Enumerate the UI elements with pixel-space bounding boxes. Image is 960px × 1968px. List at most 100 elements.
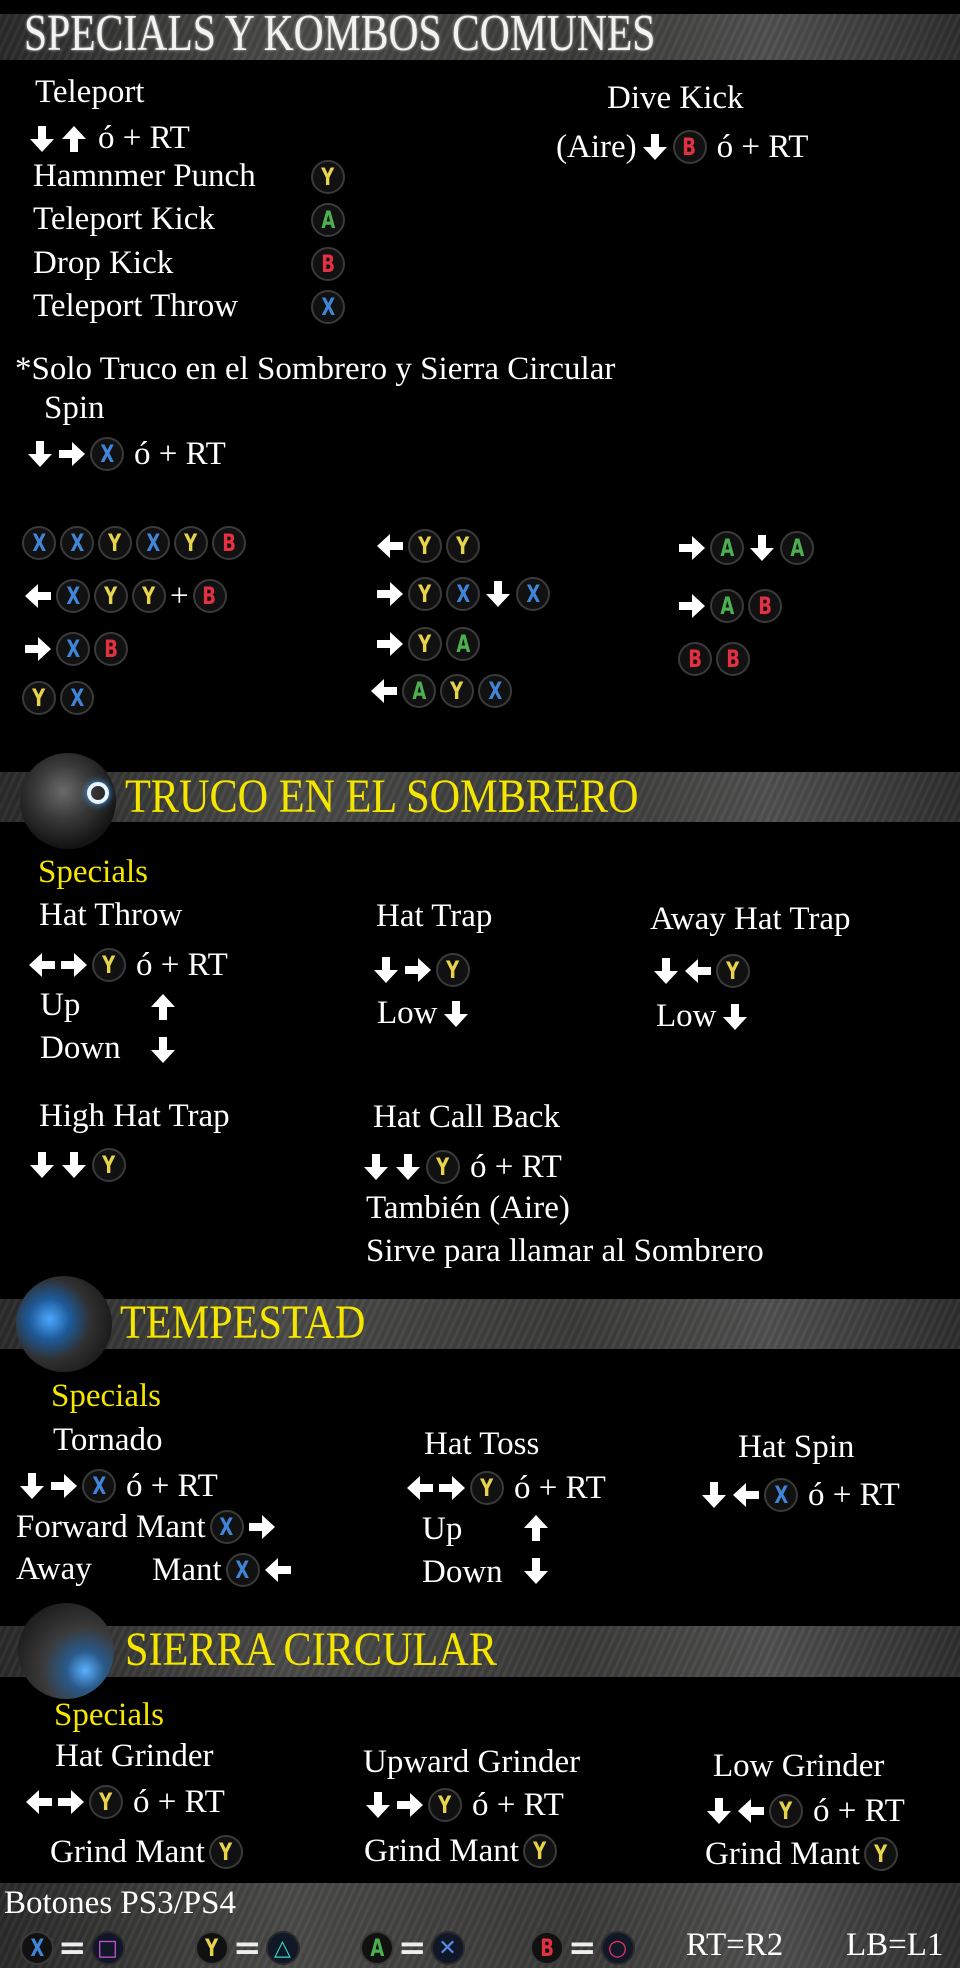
direction-label: Down (40, 1030, 121, 1066)
move-name: Hat Trap (376, 898, 493, 934)
footer-title: Botones PS3/PS4 (4, 1885, 236, 1921)
move-input: A (311, 203, 345, 237)
move-input: Low (656, 1000, 749, 1033)
button-y-icon: Y (94, 579, 128, 613)
input-text: + (170, 577, 189, 614)
arrow-down-icon (443, 1000, 468, 1027)
ps-circle-icon: ○ (600, 1931, 635, 1965)
input-text: ó + RT (126, 1467, 218, 1504)
equals-sign: = (398, 1928, 427, 1968)
arrow-right-icon (58, 1790, 84, 1814)
move-input: Yó + RT (362, 1150, 562, 1184)
button-mapping: B = ○ (530, 1928, 635, 1968)
move-name: Drop Kick (33, 245, 174, 281)
button-x-icon: X (478, 674, 512, 708)
move-input (149, 992, 177, 1022)
button-y-icon: Y (92, 1148, 126, 1182)
input-text: Mant (152, 1551, 222, 1588)
rt-mapping: RT=R2 (686, 1927, 784, 1963)
button-y-icon: Y (195, 1931, 229, 1965)
move-name: Teleport Throw (33, 288, 239, 324)
button-mapping: Y = △ (195, 1928, 300, 1968)
arrow-down-icon (28, 441, 52, 467)
arrow-left-icon (685, 959, 711, 983)
arrow-down-icon (486, 581, 510, 607)
button-b-icon: B (748, 589, 782, 623)
button-x-icon: X (209, 1510, 244, 1544)
button-x-icon: X (22, 526, 56, 560)
ps-cross-icon: ✕ (430, 1931, 465, 1965)
button-y-icon: Y (769, 1794, 803, 1828)
arrow-down-icon (366, 1792, 390, 1818)
button-a-icon: A (446, 627, 480, 661)
move-input: Xó + RT (700, 1478, 900, 1512)
move-name: Teleport (35, 74, 145, 110)
button-x-icon: X (516, 577, 550, 611)
arrow-right-icon (248, 1515, 275, 1539)
equals-sign: = (233, 1928, 262, 1968)
input-text: Grind Mant (364, 1832, 519, 1869)
arrow-right-icon (405, 958, 431, 982)
move-note: También (Aire) (366, 1190, 570, 1226)
arrow-right-icon (679, 536, 705, 560)
button-b-icon: B (678, 642, 712, 676)
hat-variation-icon (87, 782, 109, 804)
move-input: ó + RT (28, 122, 190, 155)
button-x-icon: X (446, 577, 480, 611)
move-input: Forward Mant X (16, 1510, 276, 1544)
combo: YX (22, 681, 94, 715)
move-input: Low (377, 997, 470, 1030)
arrow-left-icon (407, 1476, 433, 1500)
input-text: (Aire) (556, 128, 637, 165)
arrow-right-icon (439, 1476, 465, 1500)
button-a-icon: A (780, 531, 814, 565)
move-name: Spin (44, 390, 105, 426)
button-y-icon: Y (132, 579, 166, 613)
direction-label: Up (40, 987, 81, 1023)
button-y-icon: Y (22, 681, 56, 715)
move-note: Sirve para llamar al Sombrero (366, 1233, 764, 1269)
direction-label: Down (422, 1554, 503, 1590)
button-a-icon: A (360, 1931, 394, 1965)
input-text: ó + RT (514, 1469, 606, 1506)
input-text: ó + RT (136, 946, 228, 983)
input-text: Low (377, 995, 438, 1031)
button-b-icon: B (716, 642, 750, 676)
button-a-icon: A (402, 674, 436, 708)
arrow-down-icon (151, 1037, 175, 1063)
move-name: High Hat Trap (39, 1098, 230, 1134)
button-y-icon: Y (408, 627, 442, 661)
arrow-down-icon (722, 1003, 747, 1030)
move-name: Low Grinder (713, 1748, 885, 1784)
arrow-up-icon (524, 1515, 548, 1541)
input-text: ó + RT (472, 1786, 564, 1823)
arrow-right-icon (397, 1793, 423, 1817)
lb-mapping: LB=L1 (846, 1927, 944, 1963)
arrow-down-icon (642, 134, 667, 160)
button-x-icon: X (20, 1931, 54, 1965)
button-y-icon: Y (426, 1150, 460, 1184)
equals-sign: = (58, 1928, 87, 1968)
move-name: Upward Grinder (363, 1744, 581, 1780)
button-y-icon: Y (408, 529, 442, 563)
move-input: X (311, 290, 345, 324)
button-y-icon: Y (522, 1834, 557, 1868)
input-text: ó + RT (133, 1783, 225, 1820)
input-text: ó + RT (470, 1148, 562, 1185)
move-name: Hat Toss (424, 1426, 540, 1462)
button-a-icon: A (710, 589, 744, 623)
specials-label: Specials (54, 1697, 164, 1733)
button-x-icon: X (225, 1553, 260, 1587)
arrow-down-icon (750, 535, 774, 561)
button-y-icon: Y (98, 526, 132, 560)
button-y-icon: Y (436, 953, 470, 987)
move-input: Y (372, 953, 470, 987)
combo: YXX (376, 577, 550, 611)
direction-label: Away (16, 1551, 92, 1587)
move-input: Y (652, 954, 750, 988)
character-portrait (16, 1276, 112, 1372)
ps-square-icon: □ (90, 1931, 125, 1965)
move-name: Teleport Kick (33, 201, 215, 237)
move-name: Hat Spin (738, 1429, 855, 1465)
input-text: Forward Mant (16, 1508, 206, 1545)
